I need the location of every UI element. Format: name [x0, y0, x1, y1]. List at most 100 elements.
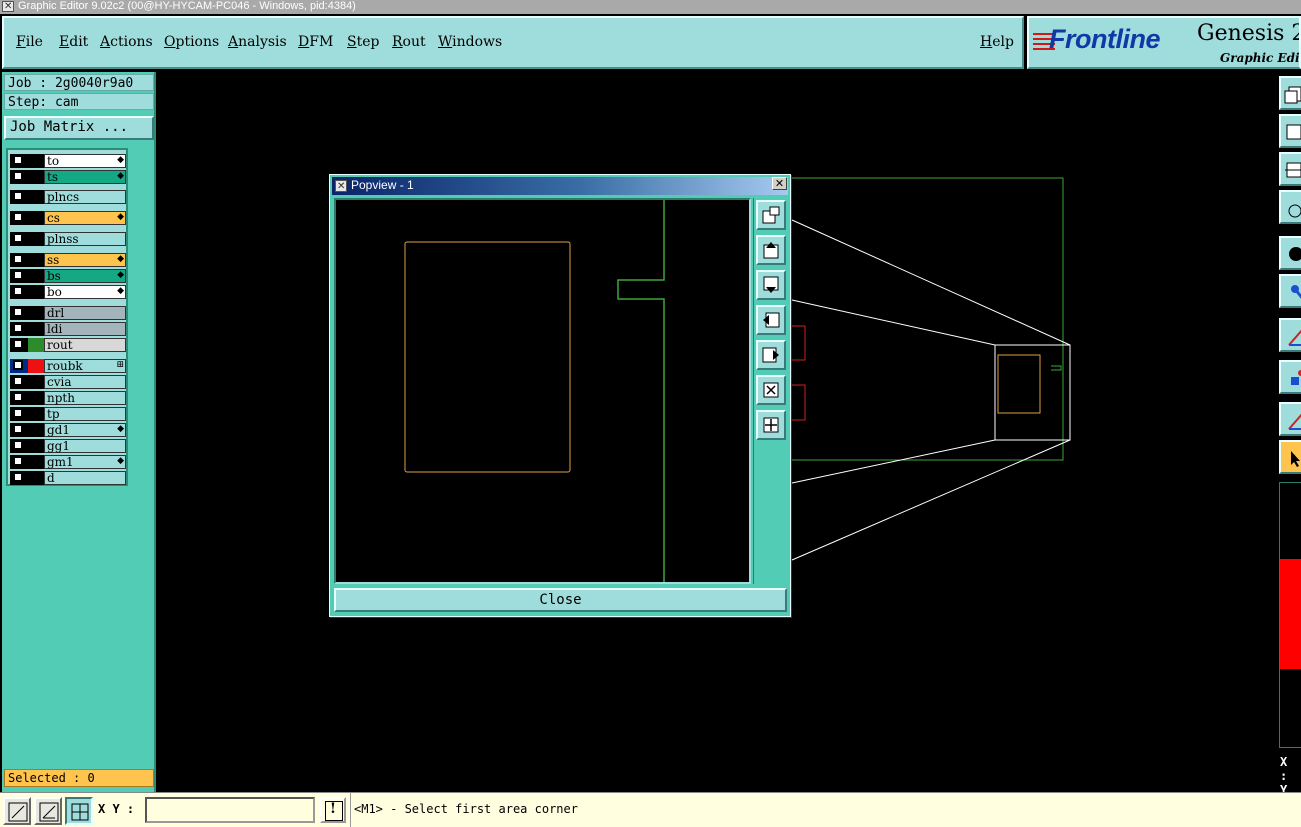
layer-checkbox[interactable] — [13, 233, 23, 243]
layer-affected-toggle[interactable] — [10, 269, 28, 283]
layer-checkbox[interactable] — [13, 307, 23, 317]
rt-copy-button[interactable] — [1279, 76, 1301, 110]
layer-display-swatch[interactable] — [28, 375, 44, 389]
layer-checkbox[interactable] — [13, 339, 23, 349]
popview-close-button[interactable]: Close — [334, 588, 787, 612]
menu-edit[interactable]: Edit — [59, 34, 88, 50]
pv-pan-up-button[interactable] — [756, 235, 786, 265]
layer-row-gm1[interactable]: gm1 ◆ — [10, 455, 126, 469]
layer-affected-toggle[interactable] — [10, 232, 28, 246]
layer-name[interactable]: ts — [44, 170, 126, 184]
rt-slope-button[interactable] — [1279, 402, 1301, 436]
layer-display-swatch[interactable] — [28, 407, 44, 421]
layer-affected-toggle[interactable] — [10, 170, 28, 184]
layer-checkbox[interactable] — [13, 191, 23, 201]
layer-checkbox[interactable] — [13, 456, 23, 466]
layer-name[interactable]: npth — [44, 391, 126, 405]
layer-affected-toggle[interactable] — [10, 375, 28, 389]
layer-affected-toggle[interactable] — [10, 407, 28, 421]
rt-rotate-button[interactable] — [1279, 190, 1301, 224]
layer-affected-toggle[interactable] — [10, 391, 28, 405]
layer-affected-toggle[interactable] — [10, 190, 28, 204]
layer-name[interactable]: tp — [44, 407, 126, 421]
layer-display-swatch[interactable] — [28, 338, 44, 352]
pv-zoom-home-button[interactable] — [756, 200, 786, 230]
layer-checkbox[interactable] — [13, 323, 23, 333]
layer-affected-toggle[interactable] — [10, 471, 28, 485]
layer-row-drl[interactable]: drl — [10, 306, 126, 320]
layer-row-bo[interactable]: bo ◆ — [10, 285, 126, 299]
pv-zoom-fit-button[interactable] — [756, 375, 786, 405]
alert-button[interactable]: ! — [320, 797, 346, 823]
layer-row-plncs[interactable]: plncs — [10, 190, 126, 204]
menu-step[interactable]: Step — [347, 34, 379, 50]
popview-canvas[interactable] — [334, 198, 751, 584]
rt-angle-button[interactable] — [1279, 318, 1301, 352]
layer-row-plnss[interactable]: plnss — [10, 232, 126, 246]
layer-checkbox[interactable] — [13, 472, 23, 482]
menu-options[interactable]: Options — [164, 34, 219, 50]
rt-line-button[interactable] — [1279, 274, 1301, 308]
popview-title-bar[interactable]: Popview - 1 — [332, 177, 788, 195]
layer-row-roubk[interactable]: roubk ⊞ — [10, 359, 126, 373]
layer-display-swatch[interactable] — [28, 232, 44, 246]
pv-zoom-extent-button[interactable] — [756, 410, 786, 440]
layer-display-swatch[interactable] — [28, 154, 44, 168]
layer-display-swatch[interactable] — [28, 190, 44, 204]
layer-name[interactable]: plnss — [44, 232, 126, 246]
layer-name[interactable]: rout — [44, 338, 126, 352]
menu-windows[interactable]: Windows — [438, 34, 502, 50]
layer-checkbox[interactable] — [13, 376, 23, 386]
layer-display-swatch[interactable] — [28, 322, 44, 336]
layer-checkbox[interactable] — [13, 270, 23, 280]
layer-display-swatch[interactable] — [28, 423, 44, 437]
layer-row-bs[interactable]: bs ◆ — [10, 269, 126, 283]
pv-pan-right-button[interactable] — [756, 340, 786, 370]
layer-display-swatch[interactable] — [28, 471, 44, 485]
layer-name[interactable]: d — [44, 471, 126, 485]
layer-name[interactable]: cvia — [44, 375, 126, 389]
layer-display-swatch[interactable] — [28, 455, 44, 469]
layer-checkbox[interactable] — [13, 424, 23, 434]
layer-display-swatch[interactable] — [28, 170, 44, 184]
popview-close-icon[interactable]: ✕ — [772, 177, 787, 190]
snap-grid-button[interactable] — [65, 797, 93, 825]
layer-name[interactable]: plncs — [44, 190, 126, 204]
layer-checkbox[interactable] — [13, 286, 23, 296]
layer-checkbox[interactable] — [13, 254, 23, 264]
layer-display-swatch[interactable] — [28, 391, 44, 405]
layer-name[interactable]: roubk — [44, 359, 126, 373]
layer-row-cs[interactable]: cs ◆ — [10, 211, 126, 225]
layer-row-ldi[interactable]: ldi — [10, 322, 126, 336]
layer-affected-toggle[interactable] — [10, 306, 28, 320]
layer-name[interactable]: to — [44, 154, 126, 168]
layer-checkbox[interactable] — [13, 212, 23, 222]
menu-rout[interactable]: Rout — [392, 34, 426, 50]
layer-name[interactable]: ss — [44, 253, 126, 267]
layer-row-gd1[interactable]: gd1 ◆ — [10, 423, 126, 437]
menu-dfm[interactable]: DFM — [298, 34, 333, 50]
layer-display-swatch[interactable] — [28, 285, 44, 299]
layer-row-npth[interactable]: npth — [10, 391, 126, 405]
layer-name[interactable]: cs — [44, 211, 126, 225]
pv-pan-down-button[interactable] — [756, 270, 786, 300]
layer-checkbox[interactable] — [13, 440, 23, 450]
layer-affected-toggle[interactable] — [10, 455, 28, 469]
menu-file[interactable]: File — [16, 34, 43, 50]
rt-resize-button[interactable] — [1279, 152, 1301, 186]
rt-measure-button[interactable] — [1279, 360, 1301, 394]
layer-row-cvia[interactable]: cvia — [10, 375, 126, 389]
layer-affected-toggle[interactable] — [10, 439, 28, 453]
layer-affected-toggle[interactable] — [10, 423, 28, 437]
rt-pad-button[interactable] — [1279, 236, 1301, 270]
layer-name[interactable]: drl — [44, 306, 126, 320]
menu-actions[interactable]: Actions — [100, 34, 153, 50]
layer-display-swatch[interactable] — [28, 211, 44, 225]
layer-affected-toggle[interactable] — [10, 253, 28, 267]
layer-checkbox[interactable] — [13, 408, 23, 418]
layer-affected-toggle[interactable] — [10, 338, 28, 352]
layer-affected-toggle[interactable] — [10, 359, 28, 373]
layer-row-d[interactable]: d — [10, 471, 126, 485]
layer-row-rout[interactable]: rout — [10, 338, 126, 352]
layer-affected-toggle[interactable] — [10, 211, 28, 225]
